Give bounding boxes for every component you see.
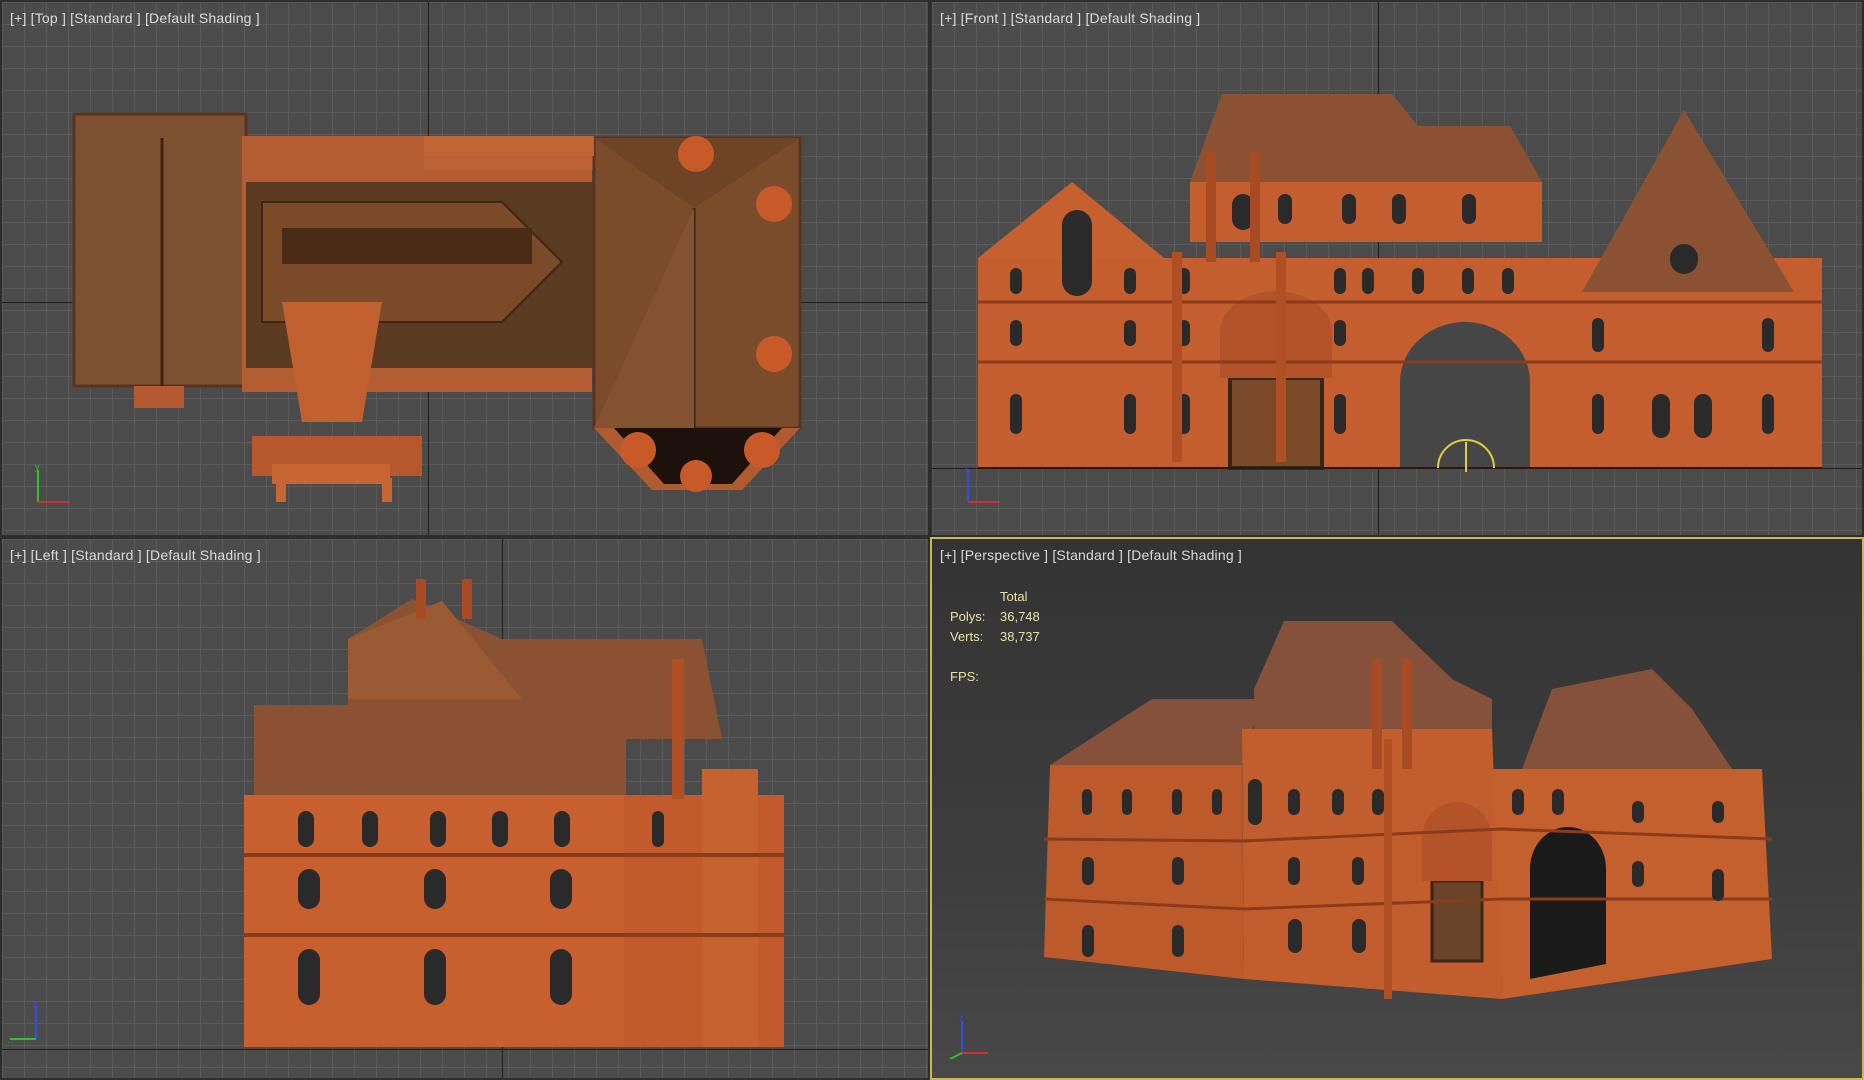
svg-text:y: y: [8, 1039, 13, 1043]
viewport-left[interactable]: [+] [Left ] [Standard ] [Default Shading…: [0, 537, 930, 1080]
axis-gizmo-front: z x: [965, 462, 1000, 503]
viewport-front[interactable]: [+] [Front ] [Standard ] [Default Shadin…: [930, 0, 1864, 537]
building-left-view: [244, 579, 784, 1047]
axis-gizmo-left: z y: [8, 999, 38, 1043]
building-front-view: [978, 94, 1822, 472]
svg-text:y: y: [35, 462, 40, 472]
axis-gizmo-perspective: z x: [949, 1015, 988, 1059]
svg-text:z: z: [33, 999, 38, 1009]
viewport-perspective[interactable]: [+] [Perspective ] [Standard ] [Default …: [930, 537, 1864, 1080]
building-top-view: [72, 112, 802, 502]
svg-text:z: z: [959, 1015, 964, 1023]
svg-text:z: z: [965, 462, 970, 472]
axis-gizmo-top: y x: [35, 462, 70, 503]
viewport-top[interactable]: [+] [Top ] [Standard ] [Default Shading …: [0, 0, 930, 537]
viewport-layout: [+] [Top ] [Standard ] [Default Shading …: [0, 0, 1864, 1080]
building-perspective-view: [1043, 621, 1773, 999]
